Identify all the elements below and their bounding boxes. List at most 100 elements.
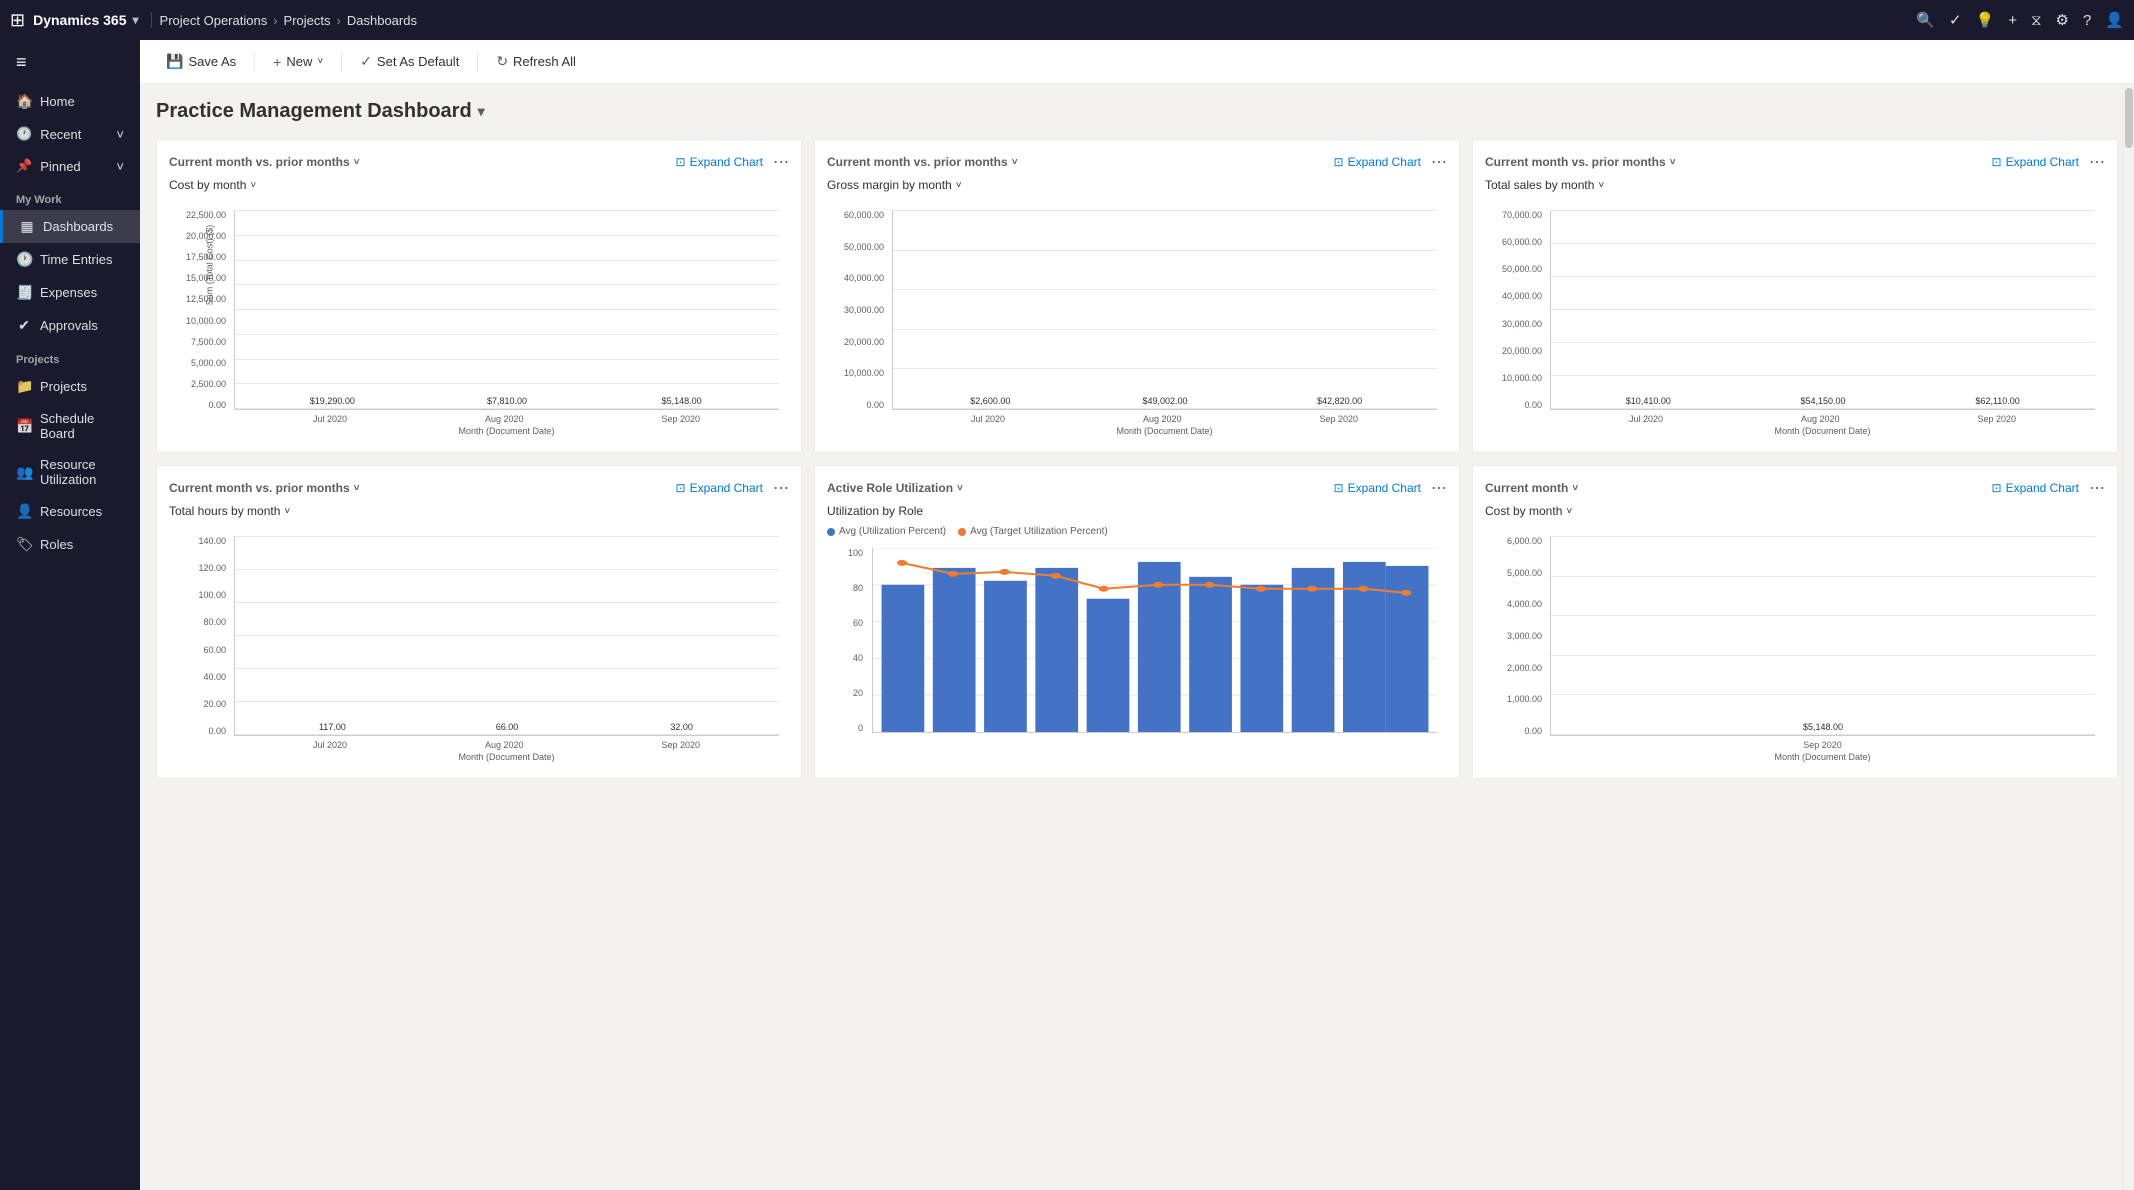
cost-expand-icon: ⊡ xyxy=(676,155,686,169)
gm-y3: 30,000.00 xyxy=(835,305,884,315)
gm-expand-button[interactable]: ⊡ Expand Chart xyxy=(1334,155,1421,169)
chart-aru-header-chevron[interactable]: ˅ xyxy=(957,483,963,494)
th-xlabels: Jul 2020 Aug 2020 Sep 2020 xyxy=(234,736,779,750)
main-content: Practice Management Dashboard ▾ Current … xyxy=(140,84,2134,1190)
chart-th-header-right: ⊡ Expand Chart ⋯ xyxy=(676,478,789,498)
aru-bar9[interactable] xyxy=(1292,568,1335,732)
sidebar-item-home[interactable]: 🏠 Home xyxy=(0,85,140,118)
app-chevron[interactable]: ▾ xyxy=(133,13,139,27)
scrollbar-thumb[interactable] xyxy=(2125,88,2133,148)
ts-expand-button[interactable]: ⊡ Expand Chart xyxy=(1992,155,2079,169)
ts-more-button[interactable]: ⋯ xyxy=(2089,152,2105,172)
cc-xaxis-title: Month (Document Date) xyxy=(1550,752,2095,762)
app-brand: Dynamics 365 ▾ xyxy=(33,12,151,28)
gm-y6: 60,000.00 xyxy=(835,210,884,220)
sidebar-item-schedule-board[interactable]: 📅 Schedule Board xyxy=(0,403,140,449)
right-scrollbar[interactable] xyxy=(2122,84,2134,1190)
app-name[interactable]: Dynamics 365 xyxy=(33,12,126,28)
chart-cost-header-chevron[interactable]: ˅ xyxy=(354,157,360,168)
aru-bar2[interactable] xyxy=(933,568,976,732)
breadcrumb-module[interactable]: Project Operations xyxy=(160,13,268,28)
sidebar-schedule-board-label: Schedule Board xyxy=(40,411,124,441)
chart-th-header-chevron[interactable]: ˅ xyxy=(354,483,360,494)
sidebar-item-dashboards[interactable]: ▦ Dashboards xyxy=(0,210,140,243)
sidebar-item-resource-utilization[interactable]: 👥 Resource Utilization xyxy=(0,449,140,495)
resource-utilization-icon: 👥 xyxy=(16,464,32,481)
sidebar-item-roles[interactable]: 🏷 Roles xyxy=(0,528,140,561)
aru-bar4[interactable] xyxy=(1035,568,1078,732)
sidebar-item-approvals[interactable]: ✔ Approvals xyxy=(0,309,140,342)
cost-y5: 12,500.00 xyxy=(177,294,226,304)
cost-xlabels: Jul 2020 Aug 2020 Sep 2020 xyxy=(234,410,779,424)
plus-icon[interactable]: + xyxy=(2008,12,2017,29)
aru-bar8[interactable] xyxy=(1240,585,1283,732)
th-val-aug: 66.00 xyxy=(496,722,519,732)
breadcrumb-page[interactable]: Dashboards xyxy=(347,13,417,28)
chart-gm-subtitle-chevron[interactable]: ˅ xyxy=(956,180,962,191)
new-button[interactable]: + New ˅ xyxy=(263,49,333,75)
sidebar-item-resources[interactable]: 👤 Resources xyxy=(0,495,140,528)
waffle-icon[interactable]: ⊞ xyxy=(10,10,25,31)
refresh-all-button[interactable]: ↻ Refresh All xyxy=(486,48,586,75)
lightbulb-icon[interactable]: 💡 xyxy=(1976,11,1995,29)
page-title-chevron[interactable]: ▾ xyxy=(478,103,485,120)
save-as-label: Save As xyxy=(188,54,236,69)
sidebar-item-projects[interactable]: 📁 Projects xyxy=(0,370,140,403)
chart-gm-header-label: Current month vs. prior months xyxy=(827,155,1008,169)
set-as-default-button[interactable]: ✓ Set As Default xyxy=(350,48,469,75)
aru-more-button[interactable]: ⋯ xyxy=(1431,478,1447,498)
th-expand-button[interactable]: ⊡ Expand Chart xyxy=(676,481,763,495)
aru-bar1[interactable] xyxy=(882,585,925,732)
aru-bar5[interactable] xyxy=(1087,599,1130,732)
user-icon[interactable]: 👤 xyxy=(2105,11,2124,29)
recent-chevron-icon: ˅ xyxy=(116,127,124,142)
chart-ts-header-chevron[interactable]: ˅ xyxy=(1670,157,1676,168)
aru-dot10 xyxy=(1358,586,1368,592)
cost-more-button[interactable]: ⋯ xyxy=(773,152,789,172)
chart-cc-subtitle-chevron[interactable]: ˅ xyxy=(1566,506,1572,517)
settings-icon[interactable]: ⚙ xyxy=(2056,11,2069,29)
aru-expand-button[interactable]: ⊡ Expand Chart xyxy=(1334,481,1421,495)
gm-xlabel-aug: Aug 2020 xyxy=(1143,414,1182,424)
th-y3: 60.00 xyxy=(177,645,226,655)
sidebar-projects-label: Projects xyxy=(40,379,87,394)
toolbar-sep1 xyxy=(254,52,255,72)
gm-y0: 0.00 xyxy=(835,400,884,410)
approvals-icon: ✔ xyxy=(16,317,32,334)
chart-cost-subtitle-chevron[interactable]: ˅ xyxy=(250,180,256,191)
save-as-button[interactable]: 💾 Save As xyxy=(156,48,246,75)
cc-expand-button[interactable]: ⊡ Expand Chart xyxy=(1992,481,2079,495)
checkmark-icon[interactable]: ✓ xyxy=(1949,11,1962,29)
chart-cost-subtitle: Cost by month ˅ xyxy=(169,178,789,192)
search-icon[interactable]: 🔍 xyxy=(1916,11,1935,29)
gm-more-button[interactable]: ⋯ xyxy=(1431,152,1447,172)
cc-more-button[interactable]: ⋯ xyxy=(2089,478,2105,498)
sidebar-recent-header[interactable]: 🕐 Recent ˅ xyxy=(0,118,140,150)
th-more-button[interactable]: ⋯ xyxy=(773,478,789,498)
help-icon[interactable]: ? xyxy=(2083,12,2091,29)
th-bar-aug: 66.00 xyxy=(479,722,534,735)
aru-chart-area xyxy=(872,548,1437,733)
funnel-icon[interactable]: ⧖ xyxy=(2031,12,2042,29)
schedule-board-icon: 📅 xyxy=(16,418,32,435)
aru-bar7[interactable] xyxy=(1189,577,1232,732)
sidebar-pinned-header[interactable]: 📌 Pinned ˅ xyxy=(0,150,140,182)
cc-expand-label: Expand Chart xyxy=(2006,481,2079,495)
breadcrumb-section[interactable]: Projects xyxy=(284,13,331,28)
chart-ts-subtitle-chevron[interactable]: ˅ xyxy=(1598,180,1604,191)
dashboard-row2: Current month vs. prior months ˅ ⊡ Expan… xyxy=(156,465,2118,779)
aru-bar3[interactable] xyxy=(984,581,1027,732)
chart-th-subtitle-chevron[interactable]: ˅ xyxy=(284,506,290,517)
cc-y5: 5,000.00 xyxy=(1493,568,1542,578)
gm-bars-container: $2,600.00 $49,002.00 $42,820.00 xyxy=(893,210,1437,409)
ts-expand-label: Expand Chart xyxy=(2006,155,2079,169)
chart-cc-header-chevron[interactable]: ˅ xyxy=(1572,483,1578,494)
chart-th-header-left: Current month vs. prior months ˅ xyxy=(169,481,360,495)
sidebar-item-expenses[interactable]: 🧾 Expenses xyxy=(0,276,140,309)
cost-expand-button[interactable]: ⊡ Expand Chart xyxy=(676,155,763,169)
sidebar-item-time-entries[interactable]: 🕐 Time Entries xyxy=(0,243,140,276)
set-default-check-icon: ✓ xyxy=(360,53,372,70)
chart-gm-header-chevron[interactable]: ˅ xyxy=(1012,157,1018,168)
sidebar-collapse-button[interactable]: ≡ xyxy=(0,40,140,85)
gm-val-sep: $42,820.00 xyxy=(1317,396,1362,406)
